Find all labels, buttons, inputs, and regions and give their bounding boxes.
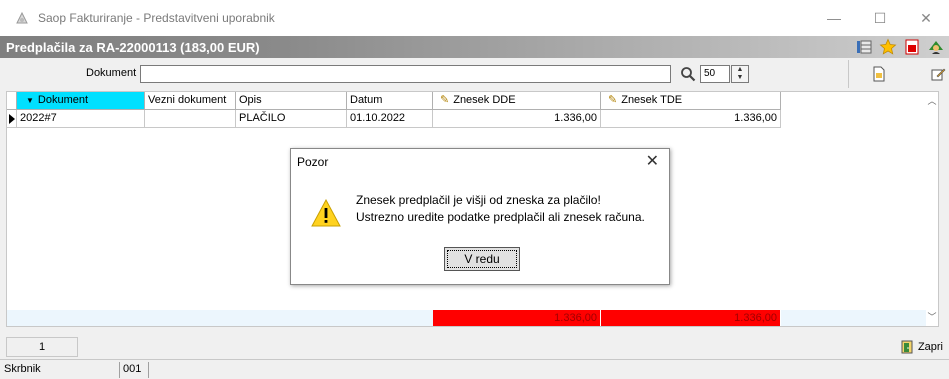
edit-pencil-icon[interactable] [930,66,946,82]
new-document-icon[interactable] [872,66,886,82]
total-znesek-dde: 1.336,00 [433,310,601,326]
help-user-icon[interactable] [927,38,945,56]
total-znesek-tde: 1.336,00 [601,310,781,326]
dokument-label: Dokument [86,67,137,79]
cell-dokument[interactable]: 2022#7 [17,110,145,128]
status-divider [119,362,120,378]
zapri-button[interactable]: Zapri [899,339,943,355]
stepper-down-icon[interactable]: ▼ [732,74,748,82]
window-titlebar: Saop Fakturiranje - Predstavitveni upora… [0,0,949,36]
column-header-dokument[interactable]: ▼ Dokument [17,92,145,110]
sort-desc-icon: ▼ [26,96,34,105]
scroll-up-icon[interactable]: ︿ [926,94,938,108]
status-code: 001 [123,363,142,375]
dialog-title: Pozor [297,155,329,169]
dokument-search-input[interactable] [140,65,671,83]
form-header: Predplačila za RA-22000113 (183,00 EUR) [0,36,949,58]
current-row-indicator [7,110,17,128]
column-header-opis[interactable]: Opis [236,92,347,110]
warning-dialog: Pozor ✕ Znesek predplačil je višji od zn… [290,148,670,285]
cell-vezni-dokument[interactable] [145,110,236,128]
pencil-icon: ✎ [608,94,618,106]
row-count-input[interactable]: 50 [700,65,730,83]
column-header-datum[interactable]: Datum [347,92,433,110]
cell-datum[interactable]: 01.10.2022 [347,110,433,128]
favorite-star-icon[interactable] [879,38,897,56]
scroll-down-icon[interactable]: ﹀ [926,310,938,324]
pencil-icon: ✎ [440,94,450,106]
search-icon[interactable] [680,66,696,82]
warning-icon [311,198,341,227]
row-arrow-icon [9,114,15,124]
cell-opis[interactable]: PLAČILO [236,110,347,128]
totals-row: 1.336,00 1.336,00 [7,310,926,326]
status-bar: Skrbnik 001 [0,359,949,379]
minimize-button[interactable]: — [811,0,857,36]
grid-header: ▼ Dokument Vezni dokument Opis Datum ✎ Zne… [7,92,781,110]
dialog-message-line1: Znesek predplačil je višji od zneska za … [356,193,601,207]
export-pdf-icon[interactable] [903,38,921,56]
dialog-message-line2: Ustrezno uredite podatke predplačil ali … [356,210,645,224]
close-door-icon [899,339,915,355]
window-title: Saop Fakturiranje - Predstavitveni upora… [38,11,275,25]
column-header-vezni-dokument[interactable]: Vezni dokument [145,92,236,110]
status-divider [148,362,149,378]
filter-bar: Dokument 50 ▲ ▼ [0,58,949,90]
grid-settings-icon[interactable] [855,38,873,56]
pager-row: 1 Zapri [0,337,949,357]
dialog-close-icon[interactable]: ✕ [646,151,659,171]
vertical-scrollbar[interactable]: ︿ ﹀ [926,92,938,326]
status-user: Skrbnik [4,363,41,375]
cell-znesek-dde[interactable]: 1.336,00 [433,110,601,128]
close-window-button[interactable]: ✕ [903,0,949,36]
page-number: 1 [6,337,78,357]
maximize-button[interactable]: ☐ [857,0,903,36]
stepper-up-icon[interactable]: ▲ [732,66,748,74]
column-header-znesek-dde[interactable]: ✎ Znesek DDE [433,92,601,110]
row-indicator-header [7,92,17,110]
table-row[interactable]: 2022#7 PLAČILO 01.10.2022 1.336,00 1.336… [7,110,781,128]
form-title: Predplačila za RA-22000113 (183,00 EUR) [6,39,260,55]
toolbar-divider [848,60,849,88]
column-header-znesek-tde[interactable]: ✎ Znesek TDE [601,92,781,110]
zapri-label: Zapri [917,341,943,353]
cell-znesek-tde[interactable]: 1.336,00 [601,110,781,128]
row-count-stepper[interactable]: ▲ ▼ [731,65,749,83]
ok-button[interactable]: V redu [444,247,520,271]
app-icon [14,10,30,26]
